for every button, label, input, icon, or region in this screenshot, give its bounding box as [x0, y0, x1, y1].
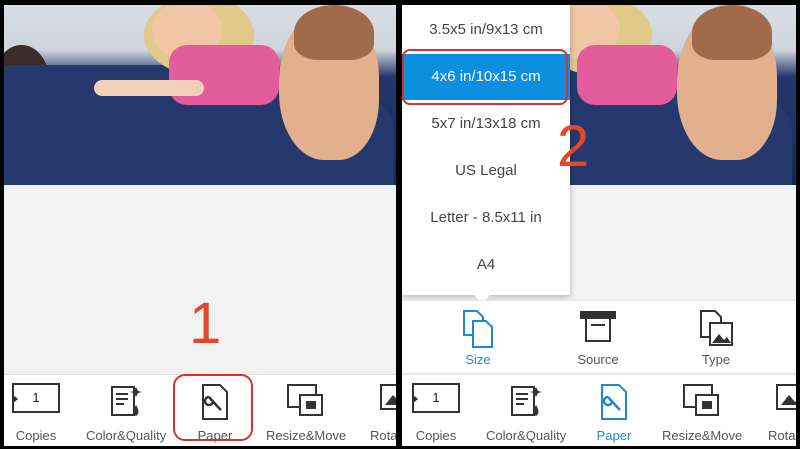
- copies-icon: 1: [412, 383, 460, 413]
- resize-move-button[interactable]: Resize&Move: [266, 379, 346, 445]
- color-quality-icon: [511, 386, 542, 416]
- rotate-label: Rota: [370, 428, 396, 443]
- photo-preview: [4, 5, 396, 185]
- copies-button[interactable]: 1 Copies: [402, 379, 476, 445]
- resize-move-button[interactable]: Resize&Move: [662, 379, 742, 445]
- resize-move-icon: [287, 384, 323, 416]
- copies-button[interactable]: 1 Copies: [4, 379, 76, 445]
- tab-size-label: Size: [465, 352, 491, 367]
- resize-move-icon: [683, 384, 719, 416]
- tab-source[interactable]: Source: [558, 305, 638, 371]
- right-panel: 3.5x5 in/9x13 cm 4x6 in/10x15 cm 5x7 in/…: [402, 5, 796, 446]
- menu-option[interactable]: US Legal: [402, 148, 570, 194]
- step-number-2: 2: [557, 114, 590, 179]
- menu-option[interactable]: 3.5x5 in/9x13 cm: [402, 7, 570, 53]
- tab-source-label: Source: [577, 352, 619, 367]
- selected-option-highlight: [402, 49, 568, 105]
- color-quality-button[interactable]: Color&Quality: [86, 379, 166, 445]
- resize-move-label: Resize&Move: [266, 428, 347, 443]
- rotate-button[interactable]: Rota: [752, 379, 796, 445]
- paper-button-highlight: [173, 374, 253, 441]
- paper-type-icon: [700, 310, 733, 346]
- paper-button[interactable]: Paper: [574, 379, 654, 445]
- rotate-button[interactable]: Rota: [356, 379, 396, 445]
- left-panel: 1 1 Copies Color&Quality Paper Resize&Mo…: [4, 5, 396, 446]
- paper-subtabs: Size Source Type: [402, 300, 796, 372]
- copies-label: Copies: [415, 428, 457, 443]
- tab-type-label: Type: [701, 352, 731, 367]
- rotate-icon: [776, 384, 796, 410]
- tab-type[interactable]: Type: [676, 305, 756, 371]
- rotate-label: Rota: [768, 428, 796, 443]
- tab-size[interactable]: Size: [438, 305, 518, 371]
- bottom-toolbar-right: 1 Copies Color&Quality Paper Resize&Move…: [402, 374, 796, 446]
- menu-option[interactable]: 5x7 in/13x18 cm: [402, 101, 570, 147]
- rotate-icon: [380, 384, 396, 410]
- copies-icon: 1: [12, 383, 60, 413]
- copies-label: Copies: [15, 428, 57, 443]
- color-quality-button[interactable]: Color&Quality: [486, 379, 566, 445]
- menu-option[interactable]: A4: [402, 242, 570, 288]
- step-number-1: 1: [189, 291, 222, 356]
- color-quality-icon: [111, 386, 142, 416]
- source-tray-icon: [580, 311, 616, 342]
- color-quality-label: Color&Quality: [86, 428, 167, 443]
- menu-option[interactable]: Letter - 8.5x11 in: [402, 195, 570, 241]
- paper-wrench-icon: [601, 384, 627, 420]
- paper-label: Paper: [596, 428, 632, 443]
- color-quality-label: Color&Quality: [486, 428, 567, 443]
- size-icon: [463, 310, 493, 348]
- resize-move-label: Resize&Move: [662, 428, 743, 443]
